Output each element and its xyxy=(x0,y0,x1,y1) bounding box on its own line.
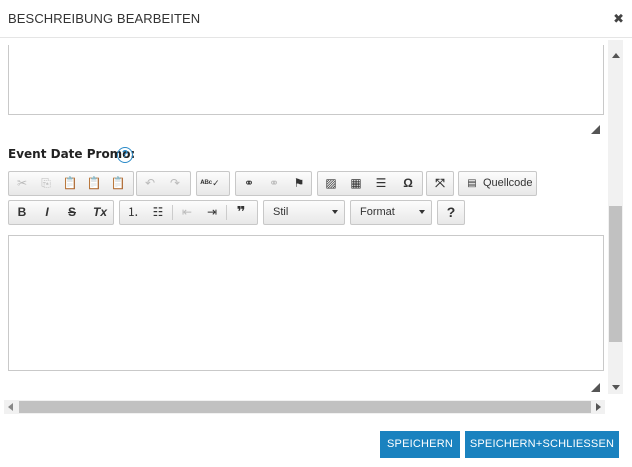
toolbar-separator xyxy=(172,205,173,220)
horizontal-line-icon[interactable]: ☰ xyxy=(370,174,392,193)
vertical-scrollbar[interactable] xyxy=(608,40,623,394)
format-combo[interactable]: Format xyxy=(350,200,432,225)
chevron-down-icon xyxy=(419,210,425,214)
paste-icon[interactable]: 📋 xyxy=(59,174,81,193)
horizontal-scroll-thumb[interactable] xyxy=(19,401,591,413)
source-group: ▤ Quellcode xyxy=(458,171,537,196)
about-group: ? xyxy=(437,200,465,225)
italic-button[interactable]: I xyxy=(36,203,58,222)
insert-group: ▨ ▦ ☰ Ω xyxy=(317,171,423,196)
about-button[interactable]: ? xyxy=(440,203,462,222)
redo-icon[interactable]: ↷ xyxy=(164,174,186,193)
scroll-right-icon[interactable] xyxy=(596,403,601,411)
image-icon[interactable]: ▨ xyxy=(320,174,342,193)
copy-icon[interactable]: ⎘ xyxy=(35,174,57,193)
indent-icon[interactable]: ⇥ xyxy=(201,203,223,222)
edit-description-dialog: BESCHREIBUNG BEARBEITEN ✖ Event Date Pro… xyxy=(0,0,632,467)
spellcheck-icon[interactable]: ᴬᴮᶜ✓ xyxy=(199,174,221,193)
format-combo-label: Format xyxy=(360,206,395,218)
remove-format-button[interactable]: Tx xyxy=(89,203,111,222)
scroll-left-icon[interactable] xyxy=(8,403,13,411)
resize-handle-icon[interactable] xyxy=(591,383,600,392)
outdent-icon[interactable]: ⇤ xyxy=(176,203,198,222)
dialog-titlebar: BESCHREIBUNG BEARBEITEN ✖ xyxy=(0,0,632,38)
style-combo[interactable]: Stil xyxy=(263,200,345,225)
dialog-title: BESCHREIBUNG BEARBEITEN xyxy=(8,11,201,26)
dialog-body: Event Date Promo: ? ✂ ⎘ 📋 📋 📋 ↶ ↷ ᴬᴮᶜ✓ ⚭… xyxy=(0,39,632,419)
source-button[interactable]: Quellcode xyxy=(483,177,533,189)
scroll-down-icon[interactable] xyxy=(612,385,620,390)
event-date-promo-editor[interactable] xyxy=(8,235,604,371)
previous-editor-content[interactable] xyxy=(8,45,604,115)
close-icon[interactable]: ✖ xyxy=(613,11,624,27)
table-icon[interactable]: ▦ xyxy=(345,174,367,193)
basic-styles-group: B I S Tx xyxy=(8,200,114,225)
save-and-close-button[interactable]: SPEICHERN+SCHLIESSEN xyxy=(465,431,619,458)
style-combo-label: Stil xyxy=(273,206,289,218)
bold-button[interactable]: B xyxy=(11,203,33,222)
strike-button[interactable]: S xyxy=(61,203,83,222)
list-indent-group: ⒈ ☷ ⇤ ⇥ ❞ xyxy=(119,200,258,225)
cut-icon[interactable]: ✂ xyxy=(11,174,33,193)
source-icon: ▤ xyxy=(467,178,477,189)
numbered-list-icon[interactable]: ⒈ xyxy=(122,203,144,222)
paste-text-icon[interactable]: 📋 xyxy=(83,174,105,193)
resize-handle-icon[interactable] xyxy=(591,125,600,134)
chevron-down-icon xyxy=(332,210,338,214)
maximize-icon[interactable]: ⤧ xyxy=(429,174,451,193)
spellcheck-group: ᴬᴮᶜ✓ xyxy=(196,171,230,196)
unlink-icon[interactable]: ⚭ xyxy=(263,174,285,193)
paste-word-icon[interactable]: 📋 xyxy=(107,174,129,193)
horizontal-scrollbar[interactable] xyxy=(4,400,605,414)
link-icon[interactable]: ⚭ xyxy=(238,174,260,193)
anchor-icon[interactable]: ⚑ xyxy=(288,174,310,193)
maximize-group: ⤧ xyxy=(426,171,454,196)
clipboard-group: ✂ ⎘ 📋 📋 📋 xyxy=(8,171,134,196)
save-button[interactable]: SPEICHERN xyxy=(380,431,460,458)
bulleted-list-icon[interactable]: ☷ xyxy=(147,203,169,222)
undo-group: ↶ ↷ xyxy=(136,171,191,196)
help-icon[interactable]: ? xyxy=(117,147,133,163)
scroll-up-icon[interactable] xyxy=(612,53,620,58)
toolbar-separator xyxy=(226,205,227,220)
undo-icon[interactable]: ↶ xyxy=(139,174,161,193)
link-group: ⚭ ⚭ ⚑ xyxy=(235,171,312,196)
blockquote-icon[interactable]: ❞ xyxy=(230,203,252,222)
special-char-icon[interactable]: Ω xyxy=(397,174,419,193)
vertical-scroll-thumb[interactable] xyxy=(609,206,622,342)
